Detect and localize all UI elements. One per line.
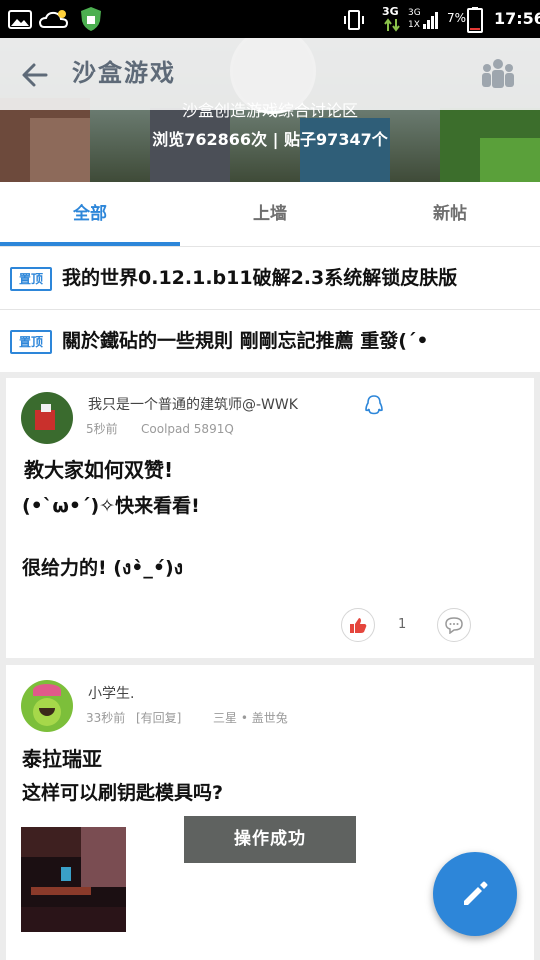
network-type-label: 3G <box>382 5 399 18</box>
pencil-icon <box>464 881 488 905</box>
forum-subtitle: 沙盒创造游戏综合讨论区 <box>181 101 358 120</box>
avatar[interactable] <box>21 680 73 732</box>
data-arrows-icon <box>384 18 400 32</box>
pinned-title: 關於鐵砧的一些規則 剛剛忘記推薦 重發(´• <box>62 330 429 352</box>
tab-all[interactable]: 全部 <box>0 182 180 246</box>
thumbs-up-icon <box>350 618 367 633</box>
post-body-line: 这样可以刷钥匙模具吗? <box>22 782 224 804</box>
comment-icon <box>445 617 463 634</box>
compose-post-button[interactable] <box>433 852 517 936</box>
back-arrow-icon[interactable] <box>18 58 52 92</box>
pinned-post[interactable]: 置顶 關於鐵砧的一些規則 剛剛忘記推薦 重發(´• <box>0 309 540 372</box>
username[interactable]: 小学生. <box>88 685 134 703</box>
weather-icon <box>38 10 69 28</box>
post-title: 教大家如何双赞! <box>24 458 174 482</box>
post-device: Coolpad 5891Q <box>141 422 234 436</box>
vibrate-icon <box>344 10 364 30</box>
pinned-badge: 置顶 <box>10 267 52 291</box>
post-image[interactable] <box>21 827 126 932</box>
gallery-icon <box>8 10 32 29</box>
pinned-badge: 置顶 <box>10 330 52 354</box>
status-bar: 3G 3G 1X 7% 17:56 <box>0 0 540 38</box>
battery-icon <box>467 7 483 33</box>
post-title: 泰拉瑞亚 <box>22 747 102 771</box>
avatar[interactable] <box>21 392 73 444</box>
reply-status: [有回复] <box>136 711 182 725</box>
post-device: 三星 • 盖世兔 <box>213 711 288 725</box>
page-title: 沙盒游戏 <box>72 59 176 87</box>
comment-button[interactable] <box>437 608 471 642</box>
like-count: 1 <box>398 617 407 632</box>
qq-icon <box>365 395 383 415</box>
post-card[interactable]: 我只是一个普通的建筑师@-WWK 5秒前 Coolpad 5891Q 教大家如何… <box>6 378 534 658</box>
like-button[interactable] <box>341 608 375 642</box>
clock: 17:56 <box>494 9 540 28</box>
tab-new[interactable]: 新帖 <box>360 182 540 246</box>
security-shield-icon <box>81 7 101 31</box>
signal-icon <box>423 12 438 29</box>
post-body-line: 很给力的! (ง•̀_•́)ง <box>22 557 183 579</box>
tab-featured[interactable]: 上墙 <box>180 182 360 246</box>
post-time: 5秒前 <box>86 422 118 436</box>
battery-percent: 7% <box>447 11 467 25</box>
username[interactable]: 我只是一个普通的建筑师@-WWK <box>88 396 298 414</box>
members-icon[interactable] <box>480 56 516 92</box>
post-body-line: (•`ω•´)✧快来看看! <box>22 495 200 517</box>
toast-message: 操作成功 <box>184 816 356 863</box>
forum-stats: 浏览762866次 | 贴子97347个 <box>152 130 388 149</box>
pinned-title: 我的世界0.12.1.b11破解2.3系统解锁皮肤版 <box>62 267 458 289</box>
network2-label: 3G <box>408 8 421 18</box>
signal-sub-label: 1X <box>408 20 420 30</box>
pinned-post[interactable]: 置顶 我的世界0.12.1.b11破解2.3系统解锁皮肤版 <box>0 246 540 309</box>
post-time: 33秒前 <box>86 711 126 725</box>
tab-bar: 全部 上墙 新帖 <box>0 182 540 246</box>
